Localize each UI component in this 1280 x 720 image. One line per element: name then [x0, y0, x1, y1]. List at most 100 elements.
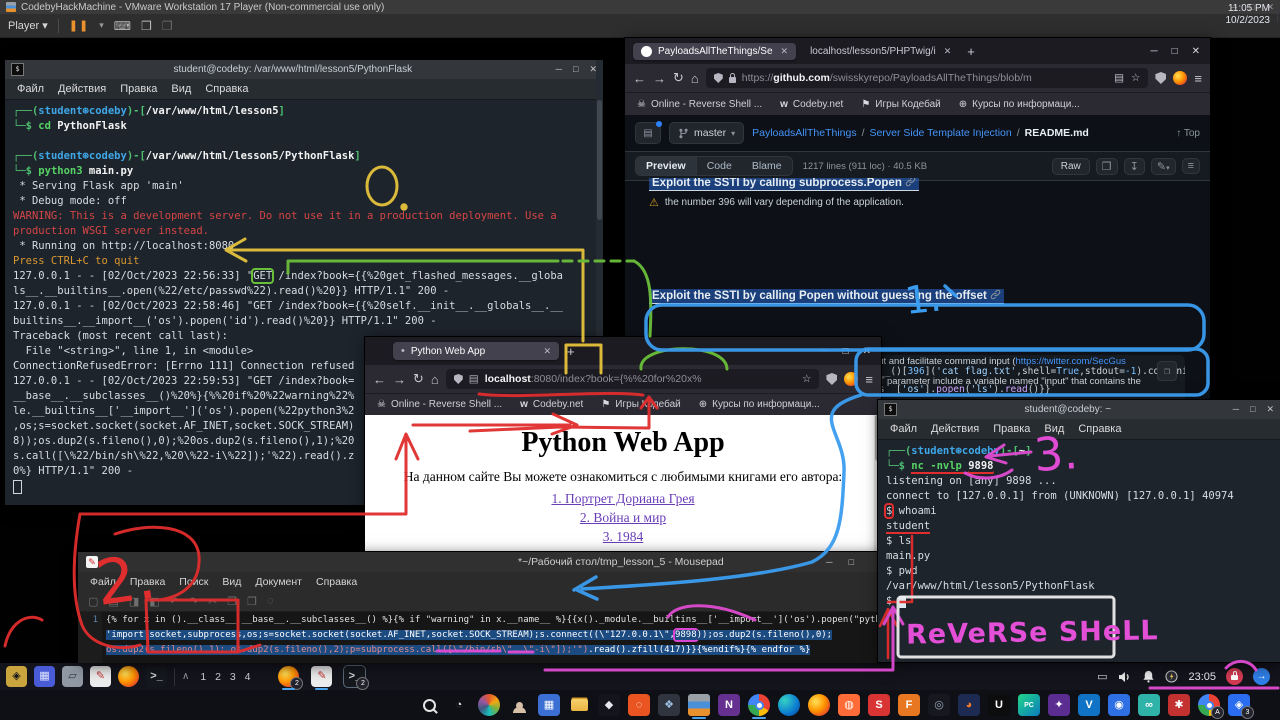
menu-item[interactable]: Файл: [84, 576, 122, 588]
menu-item[interactable]: Правка: [114, 82, 163, 96]
edit-icon[interactable]: ✎▾: [1151, 158, 1176, 175]
firefox-account-icon[interactable]: [844, 372, 858, 386]
teal-app-icon[interactable]: ∞: [1138, 694, 1160, 716]
download-icon[interactable]: ↧: [1124, 158, 1145, 175]
menu-item[interactable]: Файл: [884, 422, 923, 436]
menu-item[interactable]: Вид: [165, 82, 197, 96]
book-link-1[interactable]: 1. Портрет Дориана Грея: [365, 489, 881, 508]
menu-item[interactable]: Вид: [1038, 422, 1070, 436]
close-icon[interactable]: ✕: [1266, 404, 1274, 415]
mousepad-icon[interactable]: ✎: [90, 666, 111, 687]
virtualbox-icon[interactable]: ❖: [658, 694, 680, 716]
menu-item[interactable]: ◌: [267, 595, 274, 607]
menu-item[interactable]: ▢: [88, 595, 98, 608]
bookmark-reverse-shell[interactable]: ☠Online - Reverse Shell ...: [377, 399, 502, 410]
bookmark-courses[interactable]: ⊕Курсы по информаци...: [699, 399, 820, 410]
firefox-account-icon[interactable]: [1173, 71, 1187, 85]
tracking-shield-icon[interactable]: [714, 73, 723, 83]
firefox-icon[interactable]: [808, 694, 830, 716]
branch-selector[interactable]: master ▾: [669, 122, 744, 144]
postman-icon[interactable]: ◍: [838, 694, 860, 716]
outline-icon[interactable]: ≡: [1182, 158, 1200, 174]
bookmark-codeby[interactable]: wCodeby.net: [520, 399, 583, 410]
menu-item[interactable]: ◧: [149, 595, 159, 608]
menu-item[interactable]: Справка: [199, 82, 254, 96]
menu-item[interactable]: Поиск: [173, 576, 214, 588]
book-link-3[interactable]: 3. 1984: [365, 527, 881, 546]
tab-preview[interactable]: Preview: [636, 157, 697, 175]
tab-code[interactable]: Code: [697, 157, 742, 175]
red-gear-app-icon[interactable]: ✱: [1168, 694, 1190, 716]
maximize-icon[interactable]: □: [1250, 404, 1255, 415]
power-icon[interactable]: [1165, 670, 1178, 683]
obsidian-icon[interactable]: ◆: [598, 694, 620, 716]
pocket-shield-icon[interactable]: [826, 373, 837, 385]
pocket-shield-icon[interactable]: [1155, 72, 1166, 84]
menu-item[interactable]: ◨: [129, 595, 139, 608]
tab-python-web-app[interactable]: • Python Web App ✕: [393, 342, 559, 360]
kali-menu-icon[interactable]: ◈: [6, 666, 27, 687]
pause-button[interactable]: ❚❚: [69, 19, 89, 32]
mousepad-editor[interactable]: 1 {% for x in ().__class__.__base__.__su…: [78, 612, 888, 663]
ubuntu-icon[interactable]: ◌: [628, 694, 650, 716]
camera-app-icon[interactable]: ◎: [928, 694, 950, 716]
firefox-icon[interactable]: [118, 666, 139, 687]
bookmark-reverse-shell[interactable]: ☠Online - Reverse Shell ...: [637, 99, 762, 110]
menu-item[interactable]: Действия: [52, 82, 112, 96]
webapp-urlbar[interactable]: ▤ localhost:8080/index?book={%%20for%20x…: [446, 369, 820, 389]
vmware-icon[interactable]: [688, 694, 710, 716]
bookmark-games[interactable]: ⚑Игры Кодебай: [861, 99, 940, 110]
bookmark-games[interactable]: ⚑Игры Кодебай: [601, 399, 680, 410]
book-link-2[interactable]: 2. Война и мир: [365, 508, 881, 527]
chrome-profile-icon[interactable]: A: [1198, 694, 1220, 716]
terminal2-titlebar[interactable]: $ student@codeby: ~ ─ □ ✕: [878, 400, 1280, 419]
minimize-icon[interactable]: ─: [1150, 46, 1157, 57]
pin-app-icon[interactable]: ◈3: [1228, 694, 1250, 716]
back-icon[interactable]: ←: [633, 71, 646, 86]
forward-icon[interactable]: →: [393, 372, 406, 387]
app-menu-icon[interactable]: ≡: [865, 372, 873, 387]
player-menu[interactable]: Player ▾: [8, 19, 48, 32]
tab-close-icon[interactable]: ✕: [543, 346, 551, 357]
close-icon[interactable]: ✕: [1192, 46, 1200, 57]
app-grid-icon[interactable]: ▦: [34, 666, 55, 687]
show-desktop-button[interactable]: [1277, 8, 1278, 22]
send-ctrl-alt-del-icon[interactable]: ⌨: [114, 19, 131, 33]
terminal1-titlebar[interactable]: $ student@codeby: /var/www/html/lesson5/…: [5, 60, 603, 79]
file-tree-button[interactable]: ▤: [635, 122, 661, 144]
search-icon[interactable]: [418, 694, 440, 716]
pycharm-icon[interactable]: PC: [1018, 694, 1040, 716]
windows-clock[interactable]: 11:05 PM 10/2/2023: [1226, 3, 1271, 27]
edge-icon[interactable]: [778, 694, 800, 716]
back-icon[interactable]: ←: [373, 372, 386, 387]
reader-icon[interactable]: ▤: [1114, 72, 1124, 84]
blender-icon[interactable]: ◕: [958, 694, 980, 716]
menu-item[interactable]: ✂: [208, 595, 217, 608]
calendar-icon[interactable]: ▦: [538, 694, 560, 716]
new-tab-button[interactable]: +: [967, 44, 975, 59]
maps-app-icon[interactable]: ◉: [1108, 694, 1130, 716]
minimize-icon[interactable]: ─: [826, 557, 832, 567]
fullscreen-icon[interactable]: ❒: [141, 19, 152, 33]
menu-item[interactable]: ❐: [247, 595, 257, 608]
menu-item[interactable]: Справка: [310, 576, 363, 588]
pause-caret-icon[interactable]: ▾: [99, 20, 104, 31]
breadcrumb-repo-link[interactable]: PayloadsAllTheThings: [752, 127, 856, 139]
back-to-top-link[interactable]: ↑ Top: [1176, 128, 1200, 139]
bookmark-star-icon[interactable]: ☆: [802, 373, 811, 385]
bookmark-codeby[interactable]: wCodeby.net: [780, 99, 843, 110]
menu-item[interactable]: Вид: [216, 576, 247, 588]
terminal-icon[interactable]: >_: [146, 666, 167, 687]
f-app-icon[interactable]: F: [898, 694, 920, 716]
menu-item[interactable]: ↷: [189, 595, 198, 608]
updates-icon[interactable]: →: [1253, 668, 1270, 685]
lock-icon[interactable]: [1226, 668, 1243, 685]
tab-localhost-phptwig[interactable]: localhost/lesson5/PHPTwig/i ✕: [802, 43, 959, 60]
mousepad-window-icon[interactable]: ✎: [311, 666, 332, 687]
twitter-link[interactable]: https://twitter.com/SecGus: [1016, 356, 1126, 367]
home-icon[interactable]: ⌂: [431, 372, 439, 387]
red-s-app-icon[interactable]: S: [868, 694, 890, 716]
bell-icon[interactable]: [1142, 670, 1155, 683]
menu-item[interactable]: Действия: [925, 422, 985, 436]
maximize-icon[interactable]: □: [1172, 46, 1178, 57]
